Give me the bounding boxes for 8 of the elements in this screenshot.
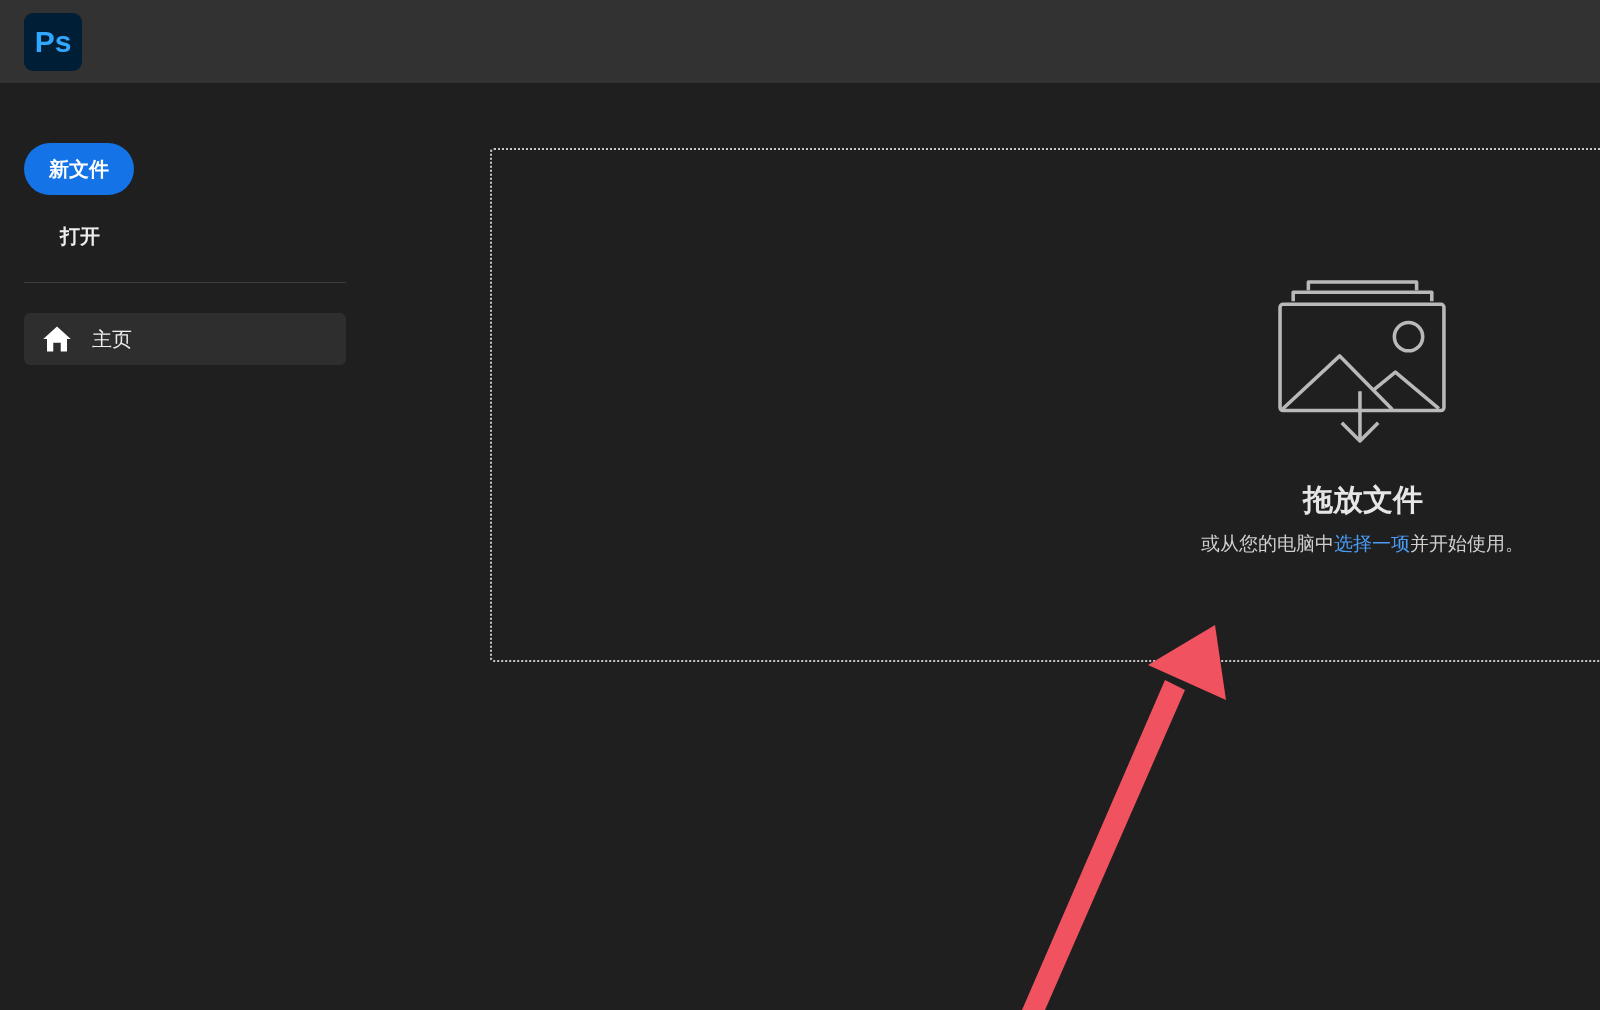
new-file-button[interactable]: 新文件 — [24, 143, 134, 195]
nav-item[interactable]: 主页 — [24, 313, 346, 365]
select-item-link[interactable]: 选择一项 — [1334, 532, 1410, 554]
drop-title: 拖放文件 — [1302, 481, 1423, 519]
app-logo[interactable]: Ps — [24, 12, 82, 71]
home-icon — [42, 324, 72, 354]
drop-hint: 或从您的电脑中选择一项并开始使用。 — [1201, 531, 1524, 556]
open-button[interactable]: 打开 — [60, 217, 100, 256]
